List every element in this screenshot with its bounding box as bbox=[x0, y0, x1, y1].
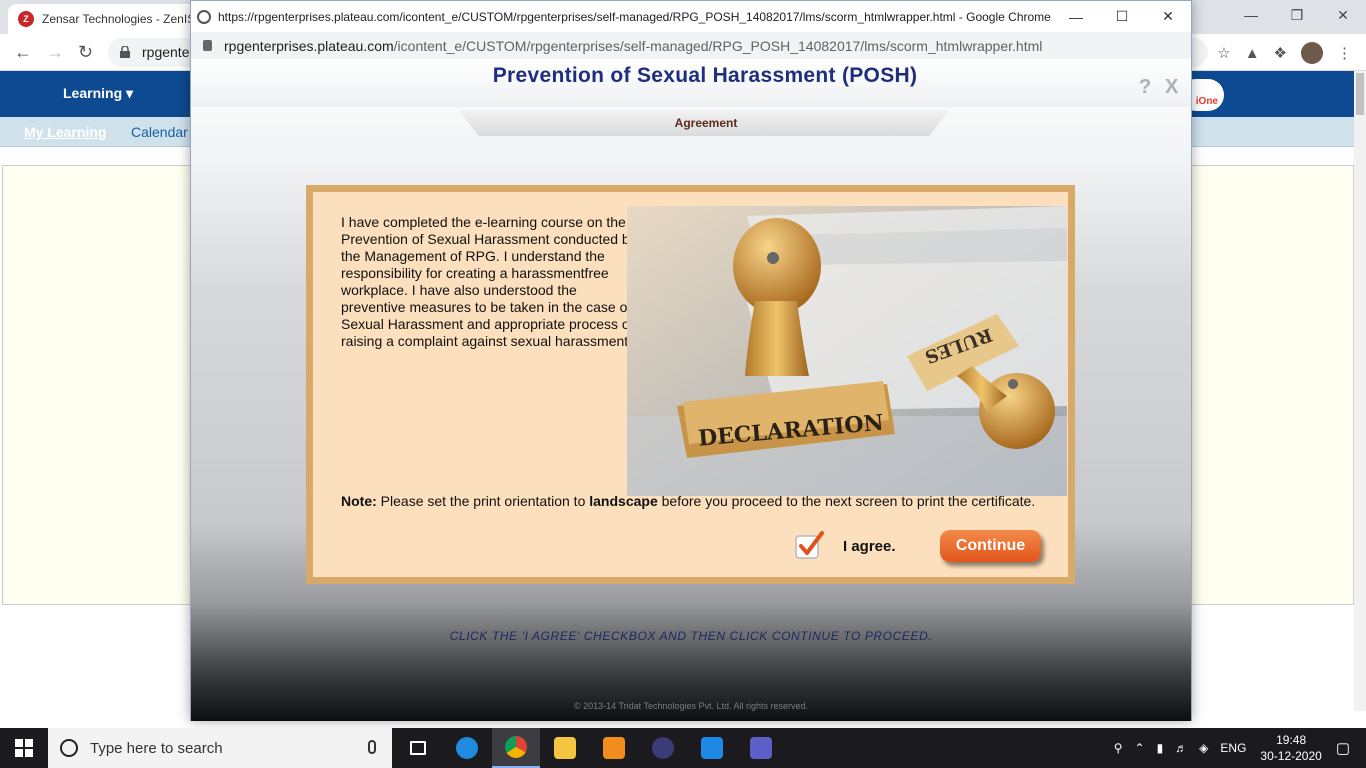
minimize-icon[interactable]: — bbox=[1228, 0, 1274, 30]
vscode-icon[interactable] bbox=[688, 728, 736, 768]
star-icon[interactable]: ☆ bbox=[1217, 44, 1230, 62]
print-note: Note: Please set the print orientation t… bbox=[341, 493, 1051, 510]
popup-maximize-icon[interactable]: ☐ bbox=[1099, 1, 1145, 32]
popup-url-text: rpgenterprises.plateau.com/icontent_e/CU… bbox=[224, 38, 1042, 54]
calendar-link[interactable]: Calendar bbox=[131, 124, 188, 140]
learning-menu-label: Learning bbox=[63, 85, 123, 101]
background-tab-title: Zensar Technologies - ZenIS bbox=[42, 12, 196, 26]
puzzle-extension-icon[interactable]: ❖ bbox=[1274, 44, 1287, 62]
chrome-icon[interactable] bbox=[492, 728, 540, 768]
note-bold: landscape bbox=[589, 493, 658, 509]
learning-menu[interactable]: Learning ▾ bbox=[63, 85, 133, 102]
course-close-icon[interactable]: X bbox=[1165, 76, 1178, 99]
windows-logo-icon bbox=[15, 739, 33, 757]
file-explorer-icon[interactable] bbox=[541, 728, 589, 768]
agreement-panel-inner: I have completed the e-learning course o… bbox=[313, 192, 1068, 577]
back-arrow-icon[interactable]: ← bbox=[14, 42, 32, 63]
clock-time: 19:48 bbox=[1276, 733, 1307, 747]
help-icon[interactable]: ? bbox=[1139, 76, 1151, 99]
popup-minimize-icon[interactable]: — bbox=[1053, 1, 1099, 32]
zensar-favicon-icon: Z bbox=[18, 11, 34, 27]
language-indicator[interactable]: ENG bbox=[1220, 741, 1246, 755]
agree-checkbox[interactable] bbox=[793, 530, 825, 562]
note-text-1: Please set the print orientation to bbox=[380, 493, 586, 509]
declaration-stamp-image: DECLARATION RULES bbox=[627, 206, 1067, 496]
agreement-text: I have completed the e-learning course o… bbox=[341, 214, 637, 349]
popup-url-path: /icontent_e/CUSTOM/rpgenterprises/self-m… bbox=[393, 37, 1043, 54]
section-tab-label: Agreement bbox=[674, 116, 738, 130]
background-tab[interactable]: Z Zensar Technologies - ZenIS bbox=[8, 4, 198, 34]
clock-date: 30-12-2020 bbox=[1260, 749, 1322, 763]
continue-button[interactable]: Continue bbox=[940, 530, 1041, 562]
taskbar-search[interactable]: Type here to search bbox=[48, 728, 392, 768]
page-scrollbar[interactable] bbox=[1354, 71, 1366, 711]
note-text-2: before you proceed to the next screen to… bbox=[661, 493, 1036, 509]
battery-icon[interactable]: ▮ bbox=[1157, 741, 1164, 755]
notifications-icon[interactable]: ▢ bbox=[1336, 739, 1350, 757]
course-player: Prevention of Sexual Harassment (POSH) ?… bbox=[191, 59, 1191, 721]
lock-icon bbox=[203, 40, 212, 51]
course-title: Prevention of Sexual Harassment (POSH) bbox=[492, 64, 918, 87]
agreement-panel: I have completed the e-learning course o… bbox=[306, 185, 1075, 584]
menu-dots-icon[interactable]: ⋮ bbox=[1337, 44, 1352, 62]
start-button[interactable] bbox=[0, 728, 48, 768]
wifi-icon[interactable]: ◈ bbox=[1199, 741, 1208, 755]
instruction-text: CLICK THE 'I AGREE' CHECKBOX AND THEN CL… bbox=[449, 629, 933, 643]
people-icon[interactable]: ⚲ bbox=[1114, 741, 1123, 755]
close-window-icon[interactable]: ✕ bbox=[1320, 0, 1366, 30]
popup-url-domain: rpgenterprises.plateau.com bbox=[224, 37, 394, 54]
my-learning-link[interactable]: My Learning bbox=[24, 124, 106, 140]
popup-window-controls: — ☐ ✕ bbox=[1053, 1, 1191, 32]
edge-icon[interactable] bbox=[443, 728, 491, 768]
background-address-text: rpgente bbox=[142, 44, 190, 60]
task-view-icon[interactable] bbox=[394, 728, 442, 768]
search-icon bbox=[60, 739, 78, 757]
clock[interactable]: 19:48 30-12-2020 bbox=[1260, 732, 1321, 764]
profile-avatar[interactable] bbox=[1301, 42, 1323, 64]
teams-icon[interactable] bbox=[737, 728, 785, 768]
restore-icon[interactable]: ❐ bbox=[1274, 0, 1320, 30]
lock-icon bbox=[120, 46, 130, 58]
system-tray: ⚲ ⌃ ▮ ♬ ◈ ENG 19:48 30-12-2020 ▢ bbox=[1108, 728, 1366, 768]
note-label: Note: bbox=[341, 493, 377, 509]
chart-extension-icon[interactable]: ▲ bbox=[1245, 45, 1260, 62]
microphone-icon[interactable] bbox=[368, 740, 376, 754]
taskbar-search-placeholder: Type here to search bbox=[90, 739, 223, 757]
agree-label[interactable]: I agree. bbox=[843, 538, 896, 555]
sublime-text-icon[interactable] bbox=[590, 728, 638, 768]
forward-arrow-icon[interactable]: → bbox=[46, 42, 64, 63]
copyright-text: © 2013-14 Tridat Technologies Pvt. Ltd. … bbox=[573, 701, 809, 711]
globe-icon bbox=[197, 9, 211, 24]
background-window-controls: — ❐ ✕ bbox=[1228, 0, 1366, 30]
course-popup-window: https://rpgenterprises.plateau.com/icont… bbox=[190, 0, 1192, 721]
volume-icon[interactable]: ♬ bbox=[1175, 741, 1187, 755]
popup-title-bar: https://rpgenterprises.plateau.com/icont… bbox=[191, 1, 1191, 32]
popup-url-bar[interactable]: rpgenterprises.plateau.com/icontent_e/CU… bbox=[191, 32, 1191, 59]
extensions-area: ☆ ▲ ❖ ⋮ bbox=[1217, 42, 1352, 64]
chevron-up-icon[interactable]: ⌃ bbox=[1135, 741, 1145, 755]
eclipse-icon[interactable] bbox=[639, 728, 687, 768]
popup-title-text: https://rpgenterprises.plateau.com/icont… bbox=[218, 9, 1051, 24]
popup-close-icon[interactable]: ✕ bbox=[1145, 1, 1191, 32]
windows-taskbar: Type here to search ⚲ ⌃ ▮ ♬ ◈ ENG 19:48 … bbox=[0, 728, 1366, 768]
reload-icon[interactable]: ↻ bbox=[78, 42, 93, 63]
scrollbar-thumb[interactable] bbox=[1356, 73, 1364, 115]
